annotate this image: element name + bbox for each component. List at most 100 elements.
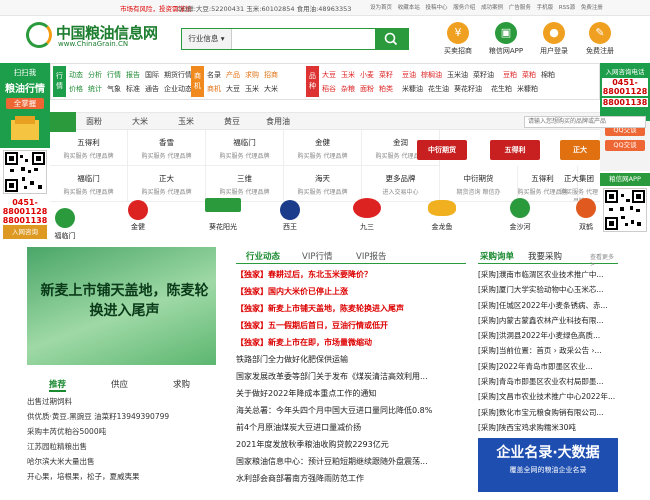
link-services[interactable]: 服务介绍	[453, 5, 475, 11]
nav-link-product[interactable]: 产品	[226, 71, 240, 79]
nav-prod-rapemeal[interactable]: 菜粕	[522, 71, 536, 79]
nav-prod-peanutoil[interactable]: 花生油	[428, 85, 449, 93]
left-qr-ad[interactable]: 扫扫我 粮油行情 全掌握	[0, 63, 50, 148]
nav-link-intl[interactable]: 国际	[145, 71, 159, 79]
brand-fulinmen-icon[interactable]	[55, 208, 75, 228]
search-category-select[interactable]: 行业信息 ▾	[182, 29, 232, 49]
link-set-homepage[interactable]: 设为首页	[370, 5, 392, 11]
news-item[interactable]: 关于做好2022年降成本重点工作的通知	[236, 385, 468, 402]
brand-cell[interactable]: 正大 购买服务 代理品牌	[128, 166, 206, 202]
tab-industry-news[interactable]: 行业动态	[246, 250, 280, 262]
header-login-button[interactable]: ● 用户登录	[534, 22, 574, 62]
brand-cell[interactable]: 金健 购买服务 代理品牌	[284, 130, 362, 166]
nav-prod-palmoil[interactable]: 棕榈油	[421, 71, 442, 79]
brand-cell[interactable]: 福临门 购买服务 代理品牌	[206, 130, 284, 166]
list-item[interactable]: [采购]文昌市农业技术推广中心2022年...	[478, 389, 618, 404]
site-logo[interactable]: 中国粮油信息网 www.ChinaGrain.CN	[26, 22, 161, 50]
brand-cell[interactable]: 五得利 购买服务 代理品牌	[50, 130, 128, 166]
brand-logo-wudeli[interactable]: 五得利	[490, 140, 540, 160]
nav-link-weather[interactable]: 气象	[107, 85, 121, 93]
news-item[interactable]: 2021年度发放秋季粮油收购贷款2293亿元	[236, 436, 468, 453]
tab-soybean[interactable]: 黄豆	[224, 116, 240, 127]
nav-prod-grains[interactable]: 杂粮	[341, 85, 355, 93]
nav-link-soybean[interactable]: 大豆	[226, 85, 240, 93]
list-item[interactable]: 采购丰芮优粕谷5000吨	[27, 424, 216, 439]
news-item[interactable]: 【独家】国内大米价已停止上涨	[236, 283, 468, 300]
tab-purchase[interactable]: 求购	[173, 378, 190, 390]
tab-flour[interactable]: 面粉	[86, 116, 102, 127]
brand-jiusan-icon[interactable]	[353, 198, 381, 218]
nav-prod-soymeal[interactable]: 豆粕	[503, 71, 517, 79]
nav-link-corn[interactable]: 玉米	[245, 85, 259, 93]
tab-rice[interactable]: 大米	[132, 116, 148, 127]
list-item[interactable]: [采购]青岛市即墨区农业农村局即墨...	[478, 374, 618, 389]
brand-cell[interactable]: 海天 购买服务 代理品牌	[284, 166, 362, 202]
nav-prod-sunfloweroil[interactable]: 葵花籽油	[454, 85, 482, 93]
right-app-label[interactable]: 粮信网APP	[600, 173, 650, 186]
brand-logo-zhengda[interactable]: 正大	[560, 140, 600, 160]
list-item[interactable]: [采购]内蒙古蒙鑫农林产业科技有限...	[478, 313, 618, 328]
nav-link-purchase[interactable]: 求购	[245, 71, 259, 79]
nav-prod-branmeal[interactable]: 米糠粕	[517, 85, 538, 93]
brand-search-input[interactable]	[524, 116, 646, 128]
nav-link-dynamics[interactable]: 动态	[69, 71, 83, 79]
nav-prod-rapeseed[interactable]: 菜籽	[379, 71, 393, 79]
nav-link-investment[interactable]: 招商	[264, 71, 278, 79]
news-item[interactable]: 海关总署：今年头四个月中国大豆进口量同比降低0.8%	[236, 402, 468, 419]
news-item[interactable]: 国家粮油信息中心：预计豆粕短期继续跟随外盘震荡...	[236, 453, 468, 470]
link-mobile[interactable]: 手机版	[537, 5, 554, 11]
news-item[interactable]: 铁路部门全力做好化肥保供运输	[236, 351, 468, 368]
brand-shuanghe-icon[interactable]	[576, 198, 596, 218]
brand-jinlongyu-icon[interactable]	[428, 200, 456, 216]
nav-prod-branoil[interactable]: 米糠油	[402, 85, 423, 93]
nav-prod-wheat[interactable]: 小麦	[360, 71, 374, 79]
brand-kuihua-icon[interactable]	[205, 198, 241, 212]
tab-vip-market[interactable]: VIP行情	[302, 250, 332, 262]
brand-cell[interactable]: 香雪 购买服务 代理品牌	[128, 130, 206, 166]
list-item[interactable]: [采购]当前位置：首页 › 政采公告 ›...	[478, 343, 618, 358]
nav-link-opportunity[interactable]: 商机	[207, 85, 221, 93]
list-item[interactable]: [采购]任城区2022年小麦条锈病、赤...	[478, 298, 618, 313]
header-trade-button[interactable]: ¥ 买卖招商	[438, 22, 478, 62]
tab-vip-report[interactable]: VIP报告	[356, 250, 386, 262]
link-ads[interactable]: 广告服务	[509, 5, 531, 11]
nav-link-notice[interactable]: 通告	[145, 85, 159, 93]
list-item[interactable]: [采购]濮南市临渭区农业技术推广中...	[478, 267, 618, 282]
news-item[interactable]: 前4个月原油煤炭大豆进口量减价扬	[236, 419, 468, 436]
nav-link-company[interactable]: 企业动态	[164, 85, 192, 93]
header-register-button[interactable]: ✎ 免费注册	[580, 22, 620, 62]
search-button[interactable]	[375, 29, 408, 49]
news-banner[interactable]: 新麦上市铺天盖地，陈麦轮换进入尾声	[27, 247, 216, 365]
nav-link-price[interactable]: 价格	[69, 85, 83, 93]
brand-cell[interactable]: 福临门 购买服务 代理品牌	[50, 166, 128, 202]
list-item[interactable]: 哈尔滨大米大量出售	[27, 454, 216, 469]
news-item[interactable]: 【独家】新麦上市在即，市场量微缩动	[236, 334, 468, 351]
link-rss[interactable]: RSS源	[559, 5, 575, 11]
tab-supply[interactable]: 供应	[111, 378, 128, 390]
nav-link-rice[interactable]: 大米	[264, 85, 278, 93]
link-cases[interactable]: 成功案例	[481, 5, 503, 11]
news-item[interactable]: 【独家】春耕过后，东北玉米要降价？	[236, 266, 468, 283]
list-item[interactable]: 出售过期饲料	[27, 394, 216, 409]
nav-prod-cornoil[interactable]: 玉米油	[447, 71, 468, 79]
list-item[interactable]: [采购]数化市宝元粮食购销有限公司...	[478, 405, 618, 420]
nav-link-directory[interactable]: 名录	[207, 71, 221, 79]
tab-inquiry[interactable]: 采购询单	[480, 250, 514, 262]
list-item[interactable]: [采购]陕西宝鸡求购糯米30吨	[478, 420, 618, 435]
nav-prod-paddy[interactable]: 稻谷	[322, 85, 336, 93]
nav-prod-soybean[interactable]: 大豆	[322, 71, 336, 79]
link-bookmark[interactable]: 收藏本站	[398, 5, 420, 11]
nav-prod-flour[interactable]: 面粉	[360, 85, 374, 93]
list-item[interactable]: [采购]2022年青岛市即墨区农业...	[478, 359, 618, 374]
list-item[interactable]: 开心果，培根果，松子，夏威夷果	[27, 469, 216, 484]
brand-cell[interactable]: 三维 购买服务 代理品牌	[206, 166, 284, 202]
tab-corn[interactable]: 玉米	[178, 116, 194, 127]
nav-link-standard[interactable]: 标准	[126, 85, 140, 93]
nav-prod-soyoil[interactable]: 豆油	[402, 71, 416, 79]
brand-cell[interactable]: 正大集团购买服务 代理品牌	[558, 166, 600, 202]
search-input[interactable]	[233, 29, 376, 49]
list-item[interactable]: 江苏园粒精粮出售	[27, 439, 216, 454]
brand-cell-more[interactable]: 更多品牌 进入交易中心	[362, 166, 440, 202]
brand-xiwang-icon[interactable]	[280, 200, 300, 220]
news-item[interactable]: 【独家】新麦上市铺天盖地，陈麦轮换进入尾声	[236, 300, 468, 317]
